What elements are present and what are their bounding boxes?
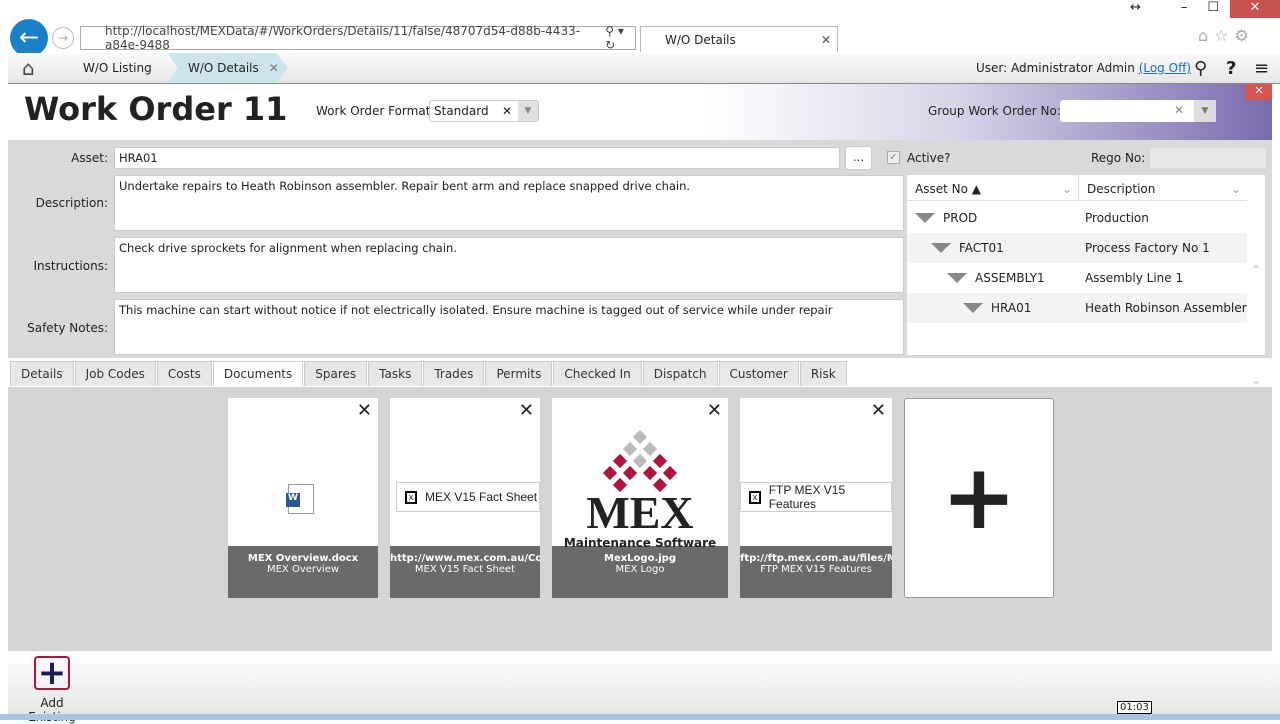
star-icon: ☆	[1214, 26, 1235, 45]
breadcrumb-wo-details[interactable]: W/O Details ✕	[168, 53, 288, 83]
chevron-down-icon: ⌄	[1061, 182, 1072, 196]
address-bar[interactable]: http://localhost/MEXData/#/WorkOrders/De…	[80, 24, 636, 52]
gear-icon: ⚙	[1234, 26, 1255, 45]
close-icon[interactable]: ✕	[269, 61, 279, 75]
format-select[interactable]: Standard ✕ ▼	[429, 100, 539, 122]
safety-notes-textarea[interactable]: This machine can start without notice if…	[114, 299, 904, 355]
tab-documents[interactable]: Documents	[212, 361, 304, 386]
tab-details[interactable]: Details	[10, 361, 74, 386]
close-icon[interactable]: ✕	[871, 400, 886, 421]
chevron-down-icon[interactable]: ▼	[1194, 100, 1216, 122]
expand-icon	[947, 273, 967, 283]
column-header-asset[interactable]: Asset No ▲ ⌄	[907, 175, 1079, 201]
tree-row[interactable]: ASSEMBLY1 Assembly Line 1	[907, 263, 1247, 293]
tree-row[interactable]: HRA01 Heath Robinson Assembler	[907, 293, 1247, 323]
document-card[interactable]: ✕ x MEX V15 Fact Sheet http://www.mex.com…	[390, 398, 540, 598]
asset-label: Asset:	[71, 151, 108, 165]
home-icon[interactable]: ⌂	[22, 53, 35, 83]
tab-permits[interactable]: Permits	[485, 361, 553, 386]
tab-bar: Details Job Codes Costs Documents Spares…	[8, 361, 1272, 387]
plus-icon: +	[34, 656, 70, 690]
browser-toolbar-icons[interactable]: ⌂☆⚙	[1198, 26, 1255, 45]
close-icon[interactable]: ✕	[519, 400, 534, 421]
asset-field[interactable]: HRA01	[114, 147, 840, 169]
active-checkbox[interactable]: ✓	[887, 151, 900, 164]
page-title: Work Order 11	[24, 90, 288, 128]
word-doc-icon: W	[286, 484, 314, 514]
rego-label: Rego No:	[1091, 151, 1146, 165]
chevron-down-icon[interactable]: ▼	[518, 101, 538, 121]
window-border	[0, 714, 1280, 720]
tab-customer[interactable]: Customer	[718, 361, 799, 386]
document-card[interactable]: ✕ MEX Maintenance Software MexLogo.jpg ME…	[552, 398, 728, 598]
window-controls[interactable]: ↔ – ☐	[1130, 0, 1219, 15]
breadcrumb-wo-listing[interactable]: W/O Listing	[83, 53, 152, 83]
expand-icon	[915, 213, 935, 223]
home-icon: ⌂	[1198, 26, 1215, 45]
log-off-link[interactable]: (Log Off)	[1139, 61, 1191, 75]
close-icon[interactable]: ✕	[357, 400, 372, 421]
document-card[interactable]: ✕ W MEX Overview.docx MEX Overview	[228, 398, 378, 598]
asset-browse-button[interactable]: ...	[845, 146, 872, 170]
help-icon[interactable]: ?	[1226, 53, 1236, 83]
tab-job-codes[interactable]: Job Codes	[74, 361, 156, 386]
close-tab-icon[interactable]: ✕	[821, 33, 831, 47]
expand-icon	[963, 303, 983, 313]
document-card[interactable]: ✕ x FTP MEX V15 Features ftp://ftp.mex.co…	[740, 398, 892, 598]
group-wo-select[interactable]: ✕ ▼	[1060, 100, 1216, 122]
chevron-down-icon: ⌄	[1230, 182, 1241, 196]
minimize-icon: –	[1180, 0, 1188, 15]
tab-risk[interactable]: Risk	[799, 361, 847, 386]
page-header: Work Order 11 Work Order Format Standard…	[8, 84, 1272, 140]
bottom-toolbar: + Add Existing	[8, 652, 1280, 724]
search-icon[interactable]: ⚲	[1194, 53, 1207, 83]
maximize-icon: ☐	[1207, 0, 1220, 15]
breadcrumb-bar: ⌂ W/O Listing W/O Details ✕ User: Adminis…	[8, 53, 1280, 84]
tab-tasks[interactable]: Tasks	[368, 361, 423, 386]
back-button[interactable]: ←	[10, 19, 48, 57]
mex-logo	[602, 430, 678, 493]
format-label: Work Order Format	[316, 104, 431, 118]
safety-notes-label: Safety Notes:	[27, 321, 108, 335]
add-document-button[interactable]: +	[904, 398, 1054, 598]
description-textarea[interactable]: Undertake repairs to Heath Robinson asse…	[114, 175, 904, 231]
browser-tab[interactable]: W/O Details ✕	[640, 26, 838, 52]
description-label: Description:	[35, 196, 108, 210]
instructions-textarea[interactable]: Check drive sprockets for alignment when…	[114, 237, 904, 293]
broken-image-icon: x	[749, 490, 761, 504]
tab-checked-in[interactable]: Checked In	[553, 361, 642, 386]
clear-icon[interactable]: ✕	[1174, 103, 1184, 117]
resize-icon: ↔	[1130, 0, 1141, 15]
user-info: User: Administrator Admin (Log Off)	[976, 61, 1192, 75]
rego-field[interactable]	[1150, 148, 1266, 168]
broken-image-icon: x	[405, 490, 417, 504]
close-icon[interactable]: ✕	[707, 400, 722, 421]
tab-dispatch[interactable]: Dispatch	[642, 361, 718, 386]
plus-icon: +	[941, 445, 1017, 550]
clear-icon[interactable]: ✕	[502, 104, 512, 118]
tab-spares[interactable]: Spares	[304, 361, 368, 386]
expand-icon	[931, 243, 951, 253]
column-header-description[interactable]: Description ⌄	[1079, 175, 1247, 201]
asset-tree: Asset No ▲ ⌄ Description ⌄ PROD Production …	[907, 175, 1265, 387]
tree-row[interactable]: PROD Production	[907, 203, 1247, 233]
search-icon[interactable]: ⚲ ▾ ↻	[605, 24, 635, 52]
menu-icon[interactable]: ≡	[1254, 53, 1269, 83]
documents-panel: ✕ W MEX Overview.docx MEX Overview ✕ x MEX…	[8, 387, 1272, 651]
close-panel-button[interactable]: ✕	[1246, 84, 1272, 100]
tab-trades[interactable]: Trades	[423, 361, 485, 386]
close-window-button[interactable]: ✕	[1230, 0, 1280, 18]
tree-row[interactable]: FACT01 Process Factory No 1	[907, 233, 1247, 263]
tab-costs[interactable]: Costs	[156, 361, 212, 386]
group-wo-label: Group Work Order No:	[928, 104, 1061, 118]
active-label: Active?	[907, 151, 951, 165]
clock: 01:03	[1117, 701, 1152, 714]
instructions-label: Instructions:	[33, 259, 108, 273]
forward-button[interactable]: →	[52, 27, 74, 49]
